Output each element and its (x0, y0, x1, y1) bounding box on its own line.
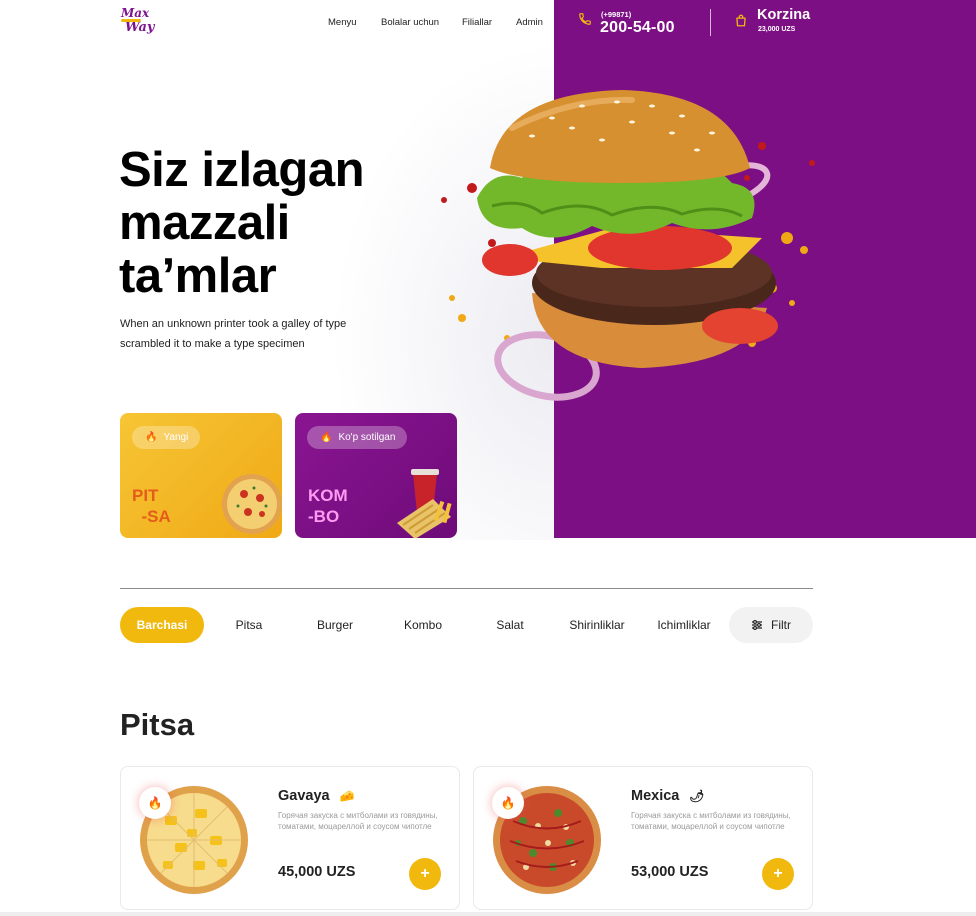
fire-icon: 🔥 (500, 796, 516, 810)
chili-pepper-icon: 🌶 (689, 789, 705, 803)
tab-drinks[interactable]: Ichimliklar (646, 607, 722, 643)
tab-all[interactable]: Barchasi (120, 607, 204, 643)
promo-card-pizza[interactable]: 🔥 Yangi PIT -SA (120, 413, 282, 538)
product-card-gavaya[interactable]: 🔥 Gavaya 🧀 Горячая закуска с митболами и… (120, 766, 460, 910)
shopping-bag-icon[interactable] (734, 13, 748, 28)
combo-meal-image (397, 469, 452, 538)
promo-badge-bestseller: 🔥 Ko'p sotilgan (307, 426, 408, 449)
promo-badge-label: Ko'p sotilgan (338, 432, 396, 443)
tab-salad[interactable]: Salat (473, 607, 547, 643)
phone-prefix: (+99871) (601, 10, 632, 19)
tab-combo[interactable]: Kombo (386, 607, 460, 643)
phone-number[interactable]: 200-54-00 (600, 19, 675, 37)
product-price: 45,000 UZS (278, 864, 356, 880)
product-card-mexica[interactable]: 🔥 Mexica 🌶 Горячая закуска с митболами и… (473, 766, 813, 910)
nav-kids[interactable]: Bolalar uchun (381, 17, 439, 28)
sliders-icon (752, 620, 762, 630)
pizza-image (222, 474, 282, 534)
fire-icon: 🔥 (145, 432, 158, 443)
section-divider (120, 588, 813, 589)
add-to-cart-button[interactable]: + (409, 858, 441, 890)
hero-subtitle: When an unknown printer took a galley of… (120, 318, 347, 350)
nav-branches[interactable]: Filiallar (462, 17, 492, 28)
category-tabs: Barchasi Pitsa Burger Kombo Salat Shirin… (120, 607, 813, 643)
section-title: Pitsa (120, 707, 195, 742)
tab-pizza[interactable]: Pitsa (212, 607, 286, 643)
max-way-logo[interactable]: Max Way (120, 4, 156, 40)
filter-button[interactable]: Filtr (729, 607, 813, 643)
cart-total: 23,000 UZS (758, 26, 796, 33)
hot-badge: 🔥 (492, 787, 524, 819)
svg-text:Way: Way (125, 20, 156, 35)
tab-desserts[interactable]: Shirinliklar (558, 607, 636, 643)
fire-icon: 🔥 (147, 796, 163, 810)
bottom-scroll-edge (0, 912, 976, 916)
fire-icon: 🔥 (320, 432, 333, 443)
hot-badge: 🔥 (139, 787, 171, 819)
burger-image (441, 90, 815, 401)
add-to-cart-button[interactable]: + (762, 858, 794, 890)
product-price: 53,000 UZS (631, 864, 709, 880)
nav-admin[interactable]: Admin (516, 17, 543, 28)
promo-title: KOM -BO (308, 486, 348, 526)
promo-title: PIT -SA (132, 486, 171, 526)
tab-burger[interactable]: Burger (298, 607, 372, 643)
product-name: Mexica (631, 788, 680, 804)
hero-title: Siz izlagan mazzali ta’mlar (119, 143, 365, 303)
promo-badge-new: 🔥 Yangi (132, 426, 201, 449)
header-divider (710, 9, 711, 36)
filter-label: Filtr (771, 618, 791, 632)
product-description: Горячая закуска с митболами из говядины,… (631, 811, 791, 831)
product-name-row: Gavaya 🧀 (278, 788, 355, 804)
product-name-row: Mexica 🌶 (631, 788, 705, 804)
product-name: Gavaya (278, 788, 330, 804)
phone-icon (579, 13, 591, 25)
cart-label[interactable]: Korzina (757, 7, 810, 23)
promo-badge-label: Yangi (163, 432, 189, 443)
product-description: Горячая закуска с митболами из говядины,… (278, 811, 438, 831)
cheese-icon: 🧀 (339, 789, 355, 803)
nav-menu[interactable]: Menyu (328, 17, 357, 28)
promo-card-combo[interactable]: 🔥 Ko'p sotilgan KOM -BO (295, 413, 457, 538)
svg-text:Max: Max (120, 6, 150, 20)
